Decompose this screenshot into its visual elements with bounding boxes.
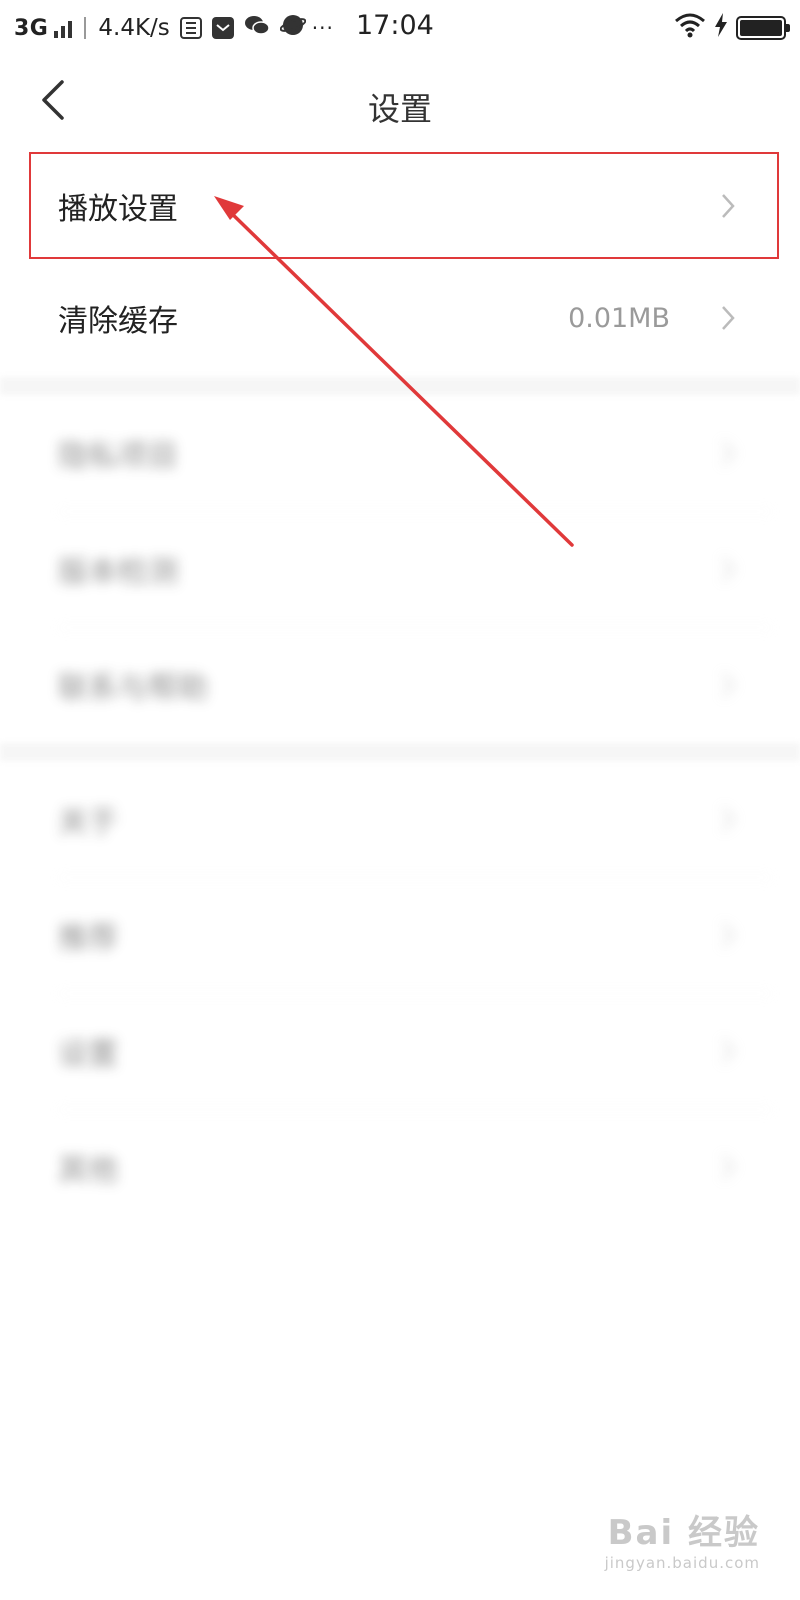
- wechat-icon: [244, 14, 270, 42]
- status-divider: [84, 17, 87, 39]
- chevron-right-icon: [722, 441, 735, 465]
- chevron-right-icon: [722, 807, 735, 831]
- list-item[interactable]: 隐私项目: [0, 395, 800, 511]
- status-left: 3G 4.4K/s ···: [14, 13, 334, 43]
- blurred-row-label: 关于: [58, 805, 118, 840]
- blurred-row-label: 设置: [58, 1037, 118, 1072]
- list-item[interactable]: 其他: [0, 1109, 800, 1225]
- list-item[interactable]: 设置: [0, 993, 800, 1109]
- settings-row-label: 清除缓存: [58, 304, 178, 339]
- list-item[interactable]: 联系与帮助: [0, 627, 800, 743]
- list-item[interactable]: 推荐: [0, 877, 800, 993]
- group-divider: [0, 743, 800, 761]
- settings-row-playback[interactable]: 播放设置: [0, 152, 800, 259]
- blurred-row-label: 联系与帮助: [58, 671, 208, 706]
- charging-icon: [714, 13, 728, 43]
- settings-list: 播放设置 清除缓存 0.01MB 隐私项目 版本检测 联系与帮助 关于 推荐 设…: [0, 152, 800, 1225]
- more-dots-icon: ···: [311, 16, 334, 40]
- battery-icon: [736, 16, 790, 40]
- chevron-right-icon: [722, 193, 735, 218]
- mail-icon: [211, 17, 234, 39]
- chevron-right-icon: [722, 1155, 735, 1179]
- cache-size-value: 0.01MB: [568, 302, 670, 334]
- battery-level: [740, 20, 782, 36]
- watermark: Bai 经验 jingyan.baidu.com: [605, 1505, 760, 1572]
- settings-row-clear-cache[interactable]: 清除缓存 0.01MB: [0, 259, 800, 377]
- status-time: 17:04: [356, 10, 434, 41]
- watermark-url: jingyan.baidu.com: [604, 1554, 760, 1572]
- blurred-row-label: 隐私项目: [58, 439, 178, 474]
- list-item[interactable]: 版本检测: [0, 511, 800, 627]
- page-title: 设置: [367, 90, 432, 128]
- blurred-row-label: 其他: [58, 1153, 118, 1188]
- chevron-right-icon: [722, 306, 735, 330]
- browser-icon: [279, 13, 307, 43]
- network-type: 3G: [14, 15, 49, 41]
- status-bar: 3G 4.4K/s ··· 17:04: [0, 0, 800, 56]
- blurred-row-label: 版本检测: [58, 555, 178, 590]
- signal-icon: [54, 18, 73, 38]
- chevron-right-icon: [722, 557, 735, 581]
- list-item[interactable]: 关于: [0, 761, 800, 877]
- chevron-right-icon: [722, 923, 735, 947]
- title-bar: 设置: [0, 56, 800, 152]
- watermark-logo: Bai 经验: [607, 1513, 760, 1553]
- message-icon: [179, 17, 202, 39]
- blurred-row-label: 推荐: [58, 921, 118, 956]
- network-speed: 4.4K/s: [98, 15, 170, 41]
- chevron-right-icon: [722, 673, 735, 697]
- chevron-right-icon: [722, 1039, 735, 1063]
- status-right: [674, 12, 790, 44]
- group-divider: [0, 377, 800, 395]
- wifi-icon: [674, 12, 706, 44]
- settings-row-label: 播放设置: [58, 191, 178, 227]
